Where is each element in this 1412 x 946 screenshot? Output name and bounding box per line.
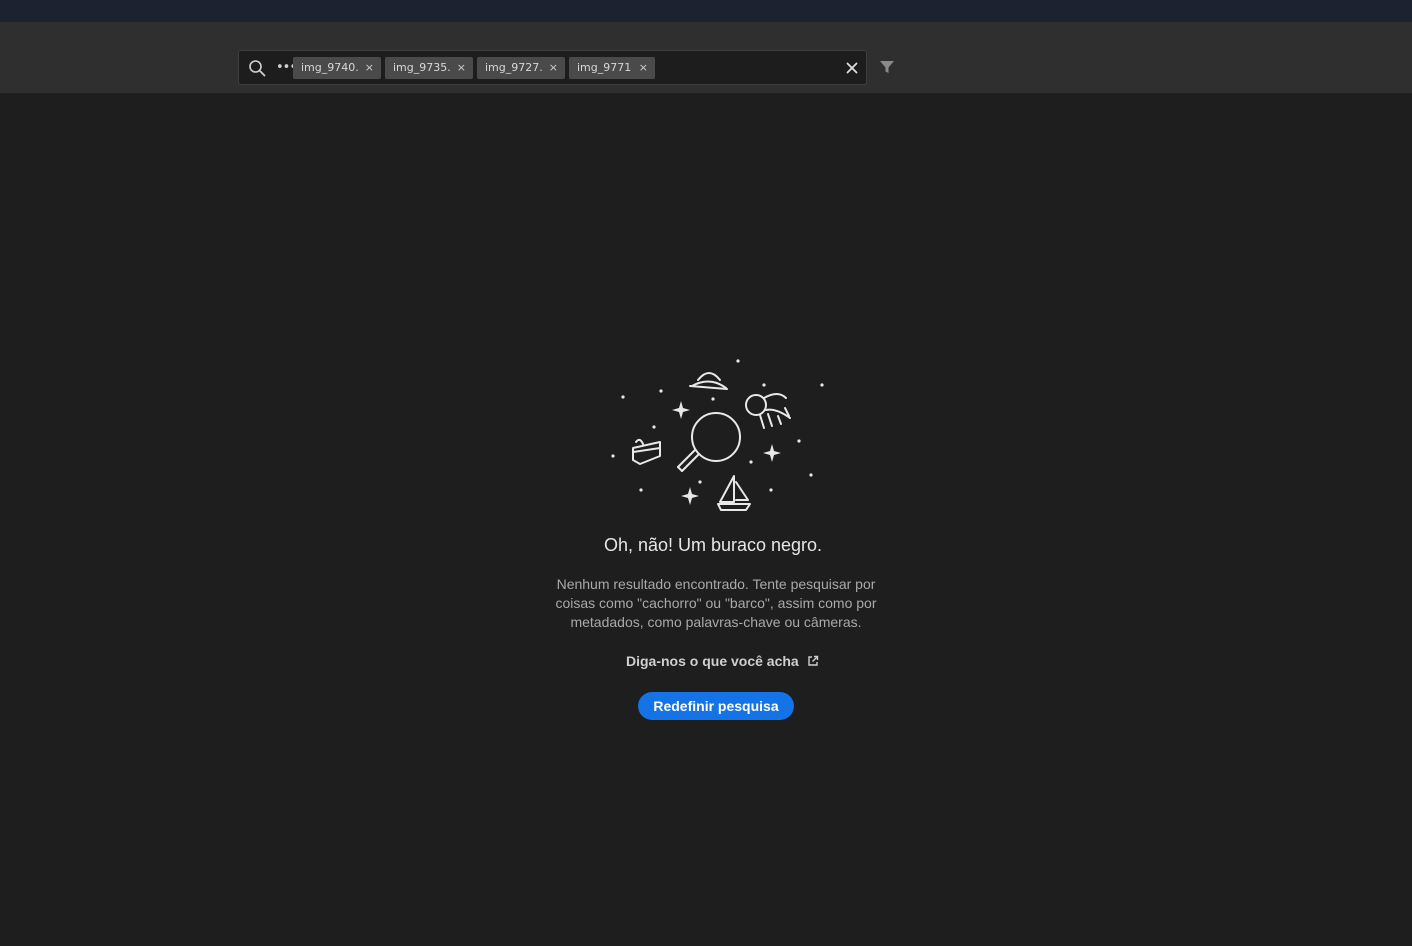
search-bar[interactable]: ••• img_9740. × img_9735. × img_9727. × … bbox=[238, 50, 867, 85]
black-hole-illustration bbox=[611, 359, 824, 511]
search-tag-label: img_9727. bbox=[485, 61, 543, 74]
search-tag-label: img_9771 bbox=[577, 61, 632, 74]
search-tag[interactable]: img_9740. × bbox=[293, 57, 381, 79]
external-link-icon bbox=[808, 655, 818, 666]
remove-tag-icon[interactable]: × bbox=[639, 57, 648, 79]
search-tag[interactable]: img_9727. × bbox=[477, 57, 565, 79]
remove-tag-icon[interactable]: × bbox=[549, 57, 558, 79]
filter-icon[interactable] bbox=[878, 58, 896, 76]
remove-tag-icon[interactable]: × bbox=[365, 57, 374, 79]
feedback-link[interactable]: Diga-nos o que você acha bbox=[626, 652, 819, 670]
empty-state-description: Nenhum resultado encontrado. Tente pesqu… bbox=[555, 576, 877, 630]
feedback-link-label: Diga-nos o que você acha bbox=[626, 653, 799, 669]
reset-search-button[interactable]: Redefinir pesquisa bbox=[638, 692, 794, 720]
remove-tag-icon[interactable]: × bbox=[457, 57, 466, 79]
search-icon bbox=[249, 60, 266, 77]
search-tag-label: img_9735. bbox=[393, 61, 451, 74]
search-tag[interactable]: img_9735. × bbox=[385, 57, 473, 79]
close-icon[interactable] bbox=[843, 59, 861, 77]
empty-state-title: Oh, não! Um buraco negro. bbox=[603, 535, 823, 555]
search-tag-label: img_9740. bbox=[301, 61, 359, 74]
search-tag[interactable]: img_9771 × bbox=[569, 57, 655, 79]
window-top-bar bbox=[0, 0, 1412, 22]
